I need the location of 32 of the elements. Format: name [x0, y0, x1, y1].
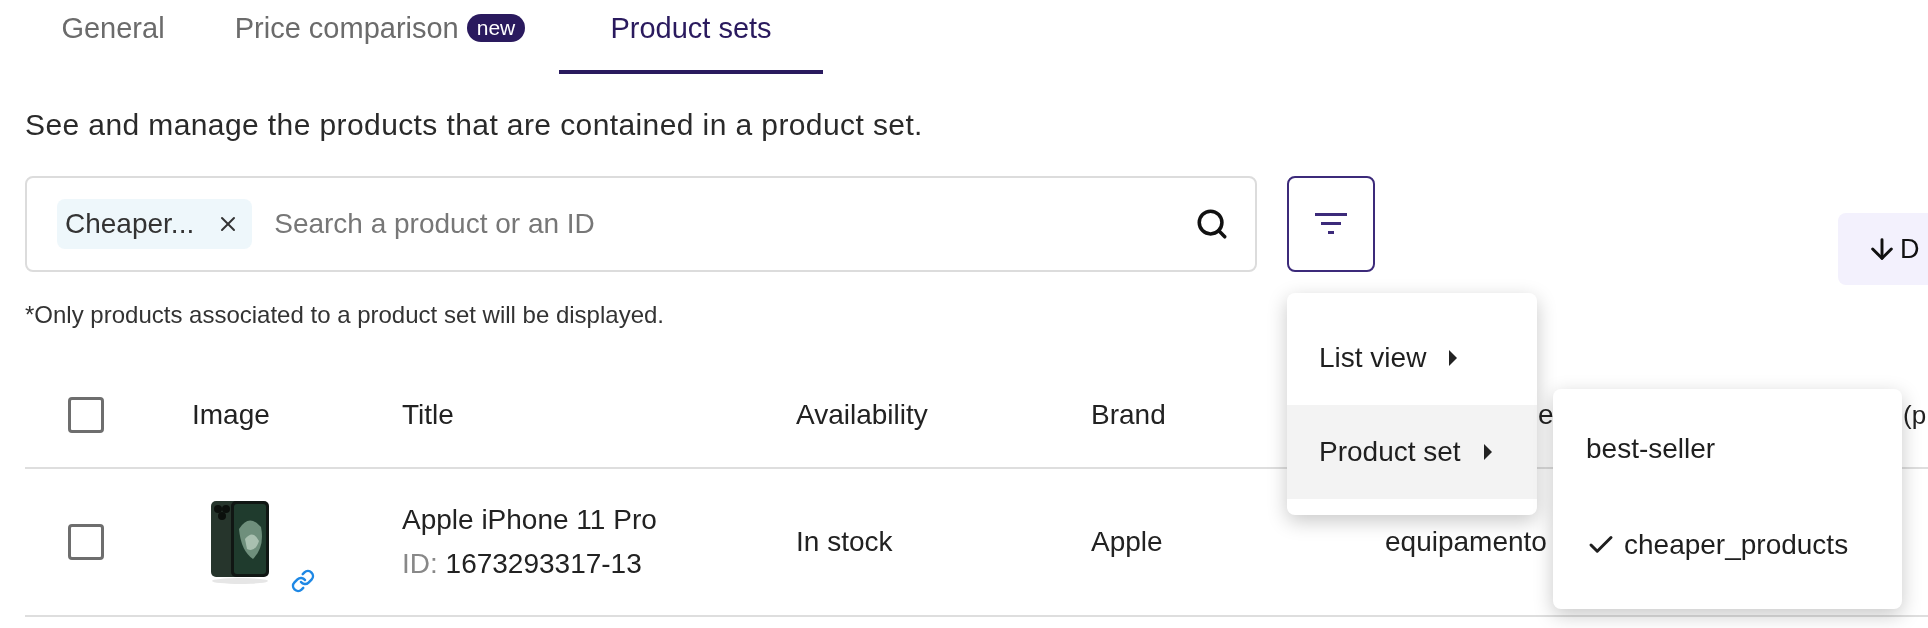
download-button[interactable]: D	[1838, 213, 1928, 285]
caret-icon	[1448, 349, 1459, 367]
tab[interactable]: General	[25, 0, 201, 74]
table-cell: In stock	[796, 526, 893, 558]
filter-icon	[1315, 213, 1347, 235]
column-header: e	[1537, 399, 1554, 431]
column-header: Title	[402, 399, 454, 431]
checkbox[interactable]	[68, 397, 104, 433]
product-id: ID: 1673293317-13	[402, 548, 643, 580]
menu-item[interactable]: cheaper_products	[1553, 497, 1902, 593]
column-header: (p	[1903, 399, 1927, 431]
new-badge: new	[466, 14, 526, 42]
filter-button[interactable]	[1287, 176, 1375, 272]
search-field[interactable]: Cheaper... Search a product or an ID	[25, 176, 1257, 272]
column-header: Brand	[1091, 399, 1166, 431]
column-header: Availability	[796, 399, 928, 431]
menu-item[interactable]: List view	[1287, 311, 1537, 405]
column-header: Image	[192, 399, 270, 431]
menu-item[interactable]: Product set	[1287, 405, 1537, 499]
tab[interactable]: Price comparison new	[221, 0, 539, 74]
checkbox[interactable]	[68, 524, 104, 560]
product-title: Apple iPhone 11 Pro	[402, 504, 657, 536]
caret-icon	[1482, 443, 1493, 461]
table-cell: Apple	[1091, 526, 1163, 558]
menu-item[interactable]: best-seller	[1553, 401, 1902, 497]
description-text: See and manage the products that are contained in a product set.	[25, 108, 924, 142]
filter-chip[interactable]: Cheaper...	[57, 199, 253, 249]
table-cell: equipamento	[1385, 526, 1547, 558]
search-icon[interactable]	[1195, 207, 1229, 241]
tab[interactable]: Product sets	[559, 0, 823, 74]
note-text: *Only products associated to a product set will be displayed.	[25, 301, 665, 329]
link-icon[interactable]	[291, 569, 315, 593]
